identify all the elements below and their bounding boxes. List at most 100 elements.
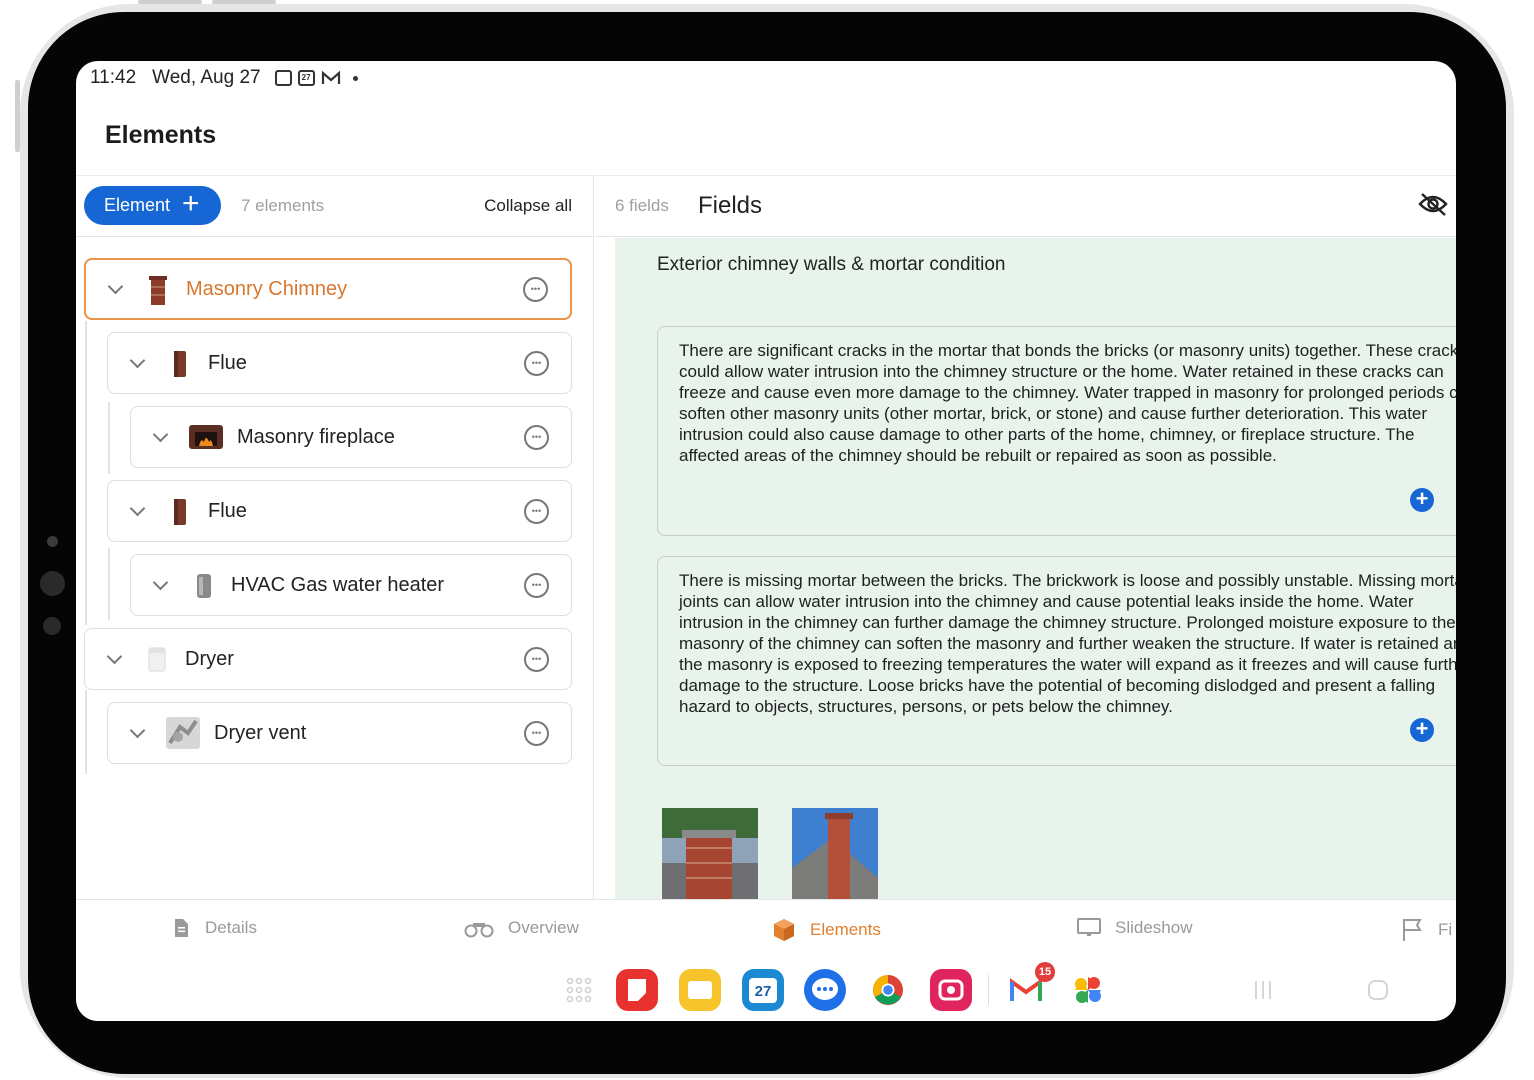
- add-element-button[interactable]: Element +: [84, 186, 221, 225]
- hide-eye-icon[interactable]: [1418, 192, 1448, 216]
- camera-icon: [47, 536, 58, 547]
- element-label: Flue: [208, 351, 247, 374]
- camera-app-icon[interactable]: [930, 969, 972, 1011]
- status-time: 11:42: [90, 67, 137, 88]
- fields-content: Exterior chimney walls & mortar conditio…: [615, 238, 1456, 900]
- sensor-icon: [40, 571, 65, 596]
- element-row-dryer[interactable]: Dryer: [84, 628, 572, 690]
- device-side-button: [15, 80, 20, 152]
- recents-nav-icon[interactable]: [1252, 979, 1274, 1001]
- element-row-masonry-fireplace[interactable]: Masonry fireplace: [130, 406, 572, 468]
- add-circle-icon[interactable]: +: [1410, 488, 1434, 512]
- tree-guide-line: [108, 548, 110, 620]
- fields-toolbar: 6 fields Fields: [595, 176, 1456, 237]
- status-date: Wed, Aug 27: [152, 67, 261, 88]
- element-label: Dryer: [185, 647, 234, 670]
- chevron-down-icon[interactable]: [130, 725, 146, 741]
- more-options-icon[interactable]: [523, 276, 548, 302]
- tab-overview[interactable]: Overview: [464, 918, 579, 938]
- chimney-photo[interactable]: [662, 808, 758, 900]
- add-circle-icon[interactable]: +: [1410, 718, 1434, 742]
- more-options-icon[interactable]: [524, 720, 549, 746]
- files-app-icon[interactable]: [679, 969, 721, 1011]
- element-row-dryer-vent[interactable]: Dryer vent: [107, 702, 572, 764]
- flag-icon: [1403, 919, 1422, 941]
- chimney-photo[interactable]: [792, 808, 878, 900]
- chimney-thumbnail-icon: [149, 276, 167, 305]
- document-icon: [175, 919, 188, 937]
- flue-thumbnail-icon: [174, 499, 186, 525]
- comment-card[interactable]: There is missing mortar between the bric…: [657, 556, 1456, 766]
- elements-toolbar: Element + 7 elements Collapse all: [76, 176, 593, 237]
- fields-count: 6 fields: [615, 196, 669, 215]
- screen: 11:42 Wed, Aug 27 27 Elements Element + …: [76, 61, 1456, 1021]
- flue-thumbnail-icon: [174, 351, 186, 377]
- more-options-icon[interactable]: [524, 498, 549, 524]
- messages-app-icon[interactable]: [804, 969, 846, 1011]
- tab-details[interactable]: Details: [171, 918, 257, 938]
- plus-icon: +: [182, 187, 200, 220]
- fields-panel: 6 fields Fields Exterior chimney walls &…: [595, 175, 1456, 900]
- element-label: Masonry Chimney: [186, 277, 348, 300]
- elements-count: 7 elements: [241, 196, 325, 215]
- chevron-down-icon[interactable]: [153, 429, 169, 445]
- more-options-icon[interactable]: [524, 572, 549, 598]
- tab-findings[interactable]: Fi: [1402, 918, 1452, 942]
- tab-elements[interactable]: Elements: [772, 918, 881, 942]
- tab-label: Slideshow: [1115, 918, 1193, 937]
- fireplace-thumbnail-icon: [189, 425, 223, 449]
- more-notifications-icon: [352, 75, 358, 81]
- element-label: HVAC Gas water heater: [231, 573, 445, 596]
- app-dock: 27 15: [76, 959, 1456, 1021]
- binoculars-icon: [464, 923, 494, 938]
- device-button: [212, 0, 276, 4]
- element-label: Masonry fireplace: [237, 425, 395, 448]
- tab-slideshow[interactable]: Slideshow: [1077, 918, 1193, 938]
- notification-app-icon: [274, 70, 292, 86]
- notes-app-icon[interactable]: [616, 969, 658, 1011]
- tab-label: Details: [205, 918, 257, 937]
- element-label: Dryer vent: [214, 721, 307, 744]
- more-options-icon[interactable]: [524, 424, 549, 450]
- sensor-icon: [43, 617, 61, 635]
- home-nav-icon[interactable]: [1367, 979, 1389, 1001]
- photos-app-icon[interactable]: [1067, 969, 1109, 1011]
- chevron-down-icon[interactable]: [153, 577, 169, 593]
- page-title: Elements: [105, 121, 217, 149]
- more-options-icon[interactable]: [524, 646, 549, 672]
- gmail-badge: 15: [1035, 962, 1055, 982]
- chevron-down-icon[interactable]: [107, 651, 123, 667]
- section-title: Exterior chimney walls & mortar conditio…: [657, 254, 1006, 275]
- comment-text: There is missing mortar between the bric…: [679, 571, 1456, 716]
- water-heater-thumbnail-icon: [197, 574, 211, 598]
- element-row-masonry-chimney[interactable]: Masonry Chimney: [84, 258, 572, 320]
- calendar-app-icon[interactable]: 27: [742, 969, 784, 1011]
- comment-card[interactable]: There are significant cracks in the mort…: [657, 326, 1456, 536]
- chrome-app-icon[interactable]: [867, 969, 909, 1011]
- chevron-down-icon[interactable]: [108, 281, 124, 297]
- tree-guide-line: [85, 690, 87, 774]
- element-row-hvac-gas-water-heater[interactable]: HVAC Gas water heater: [130, 554, 572, 616]
- element-row-flue[interactable]: Flue: [107, 480, 572, 542]
- comment-text: There are significant cracks in the mort…: [679, 341, 1456, 465]
- calendar-notification-icon: 27: [297, 70, 315, 86]
- gmail-app-icon[interactable]: 15: [1005, 962, 1055, 1011]
- chevron-down-icon[interactable]: [130, 355, 146, 371]
- calendar-day: 27: [749, 978, 777, 1003]
- status-bar: 11:42 Wed, Aug 27 27: [90, 67, 358, 89]
- bottom-tab-bar: Details Overview Elements Slideshow Fi: [76, 899, 1456, 959]
- add-element-label: Element: [104, 195, 171, 215]
- chevron-down-icon[interactable]: [130, 503, 146, 519]
- fields-title: Fields: [698, 192, 763, 219]
- dryer-thumbnail-icon: [148, 647, 166, 672]
- dock-divider: [988, 975, 989, 1005]
- element-row-flue[interactable]: Flue: [107, 332, 572, 394]
- elements-panel: Element + 7 elements Collapse all Masonr…: [76, 175, 594, 899]
- tab-label: Overview: [508, 918, 579, 937]
- dryer-vent-thumbnail-icon: [166, 717, 200, 749]
- app-drawer-icon[interactable]: [566, 977, 592, 1003]
- collapse-all-button[interactable]: Collapse all: [484, 196, 572, 216]
- more-options-icon[interactable]: [524, 350, 549, 376]
- gmail-notification-icon: [321, 70, 340, 84]
- device-button: [138, 0, 202, 4]
